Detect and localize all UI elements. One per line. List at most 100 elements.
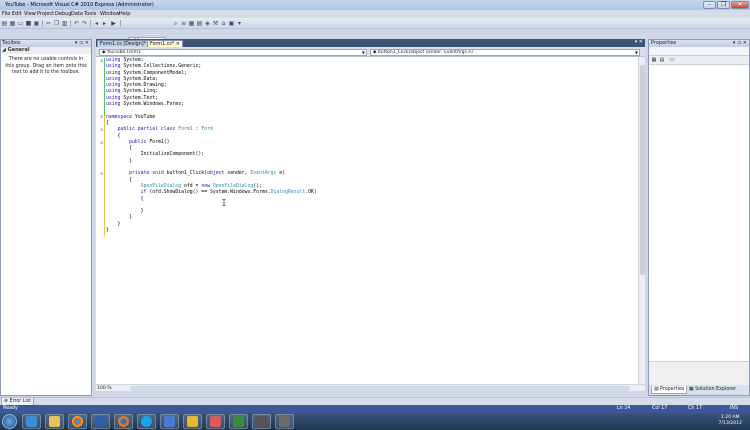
find-icon[interactable]: ⌕	[172, 20, 179, 27]
navigate-back-icon[interactable]: ◂	[93, 20, 100, 27]
menu-data[interactable]: Data	[71, 11, 83, 17]
vertical-scrollbar[interactable]	[638, 57, 645, 384]
code-token: {	[106, 196, 144, 202]
code-token: sender,	[224, 171, 251, 177]
firefox-button[interactable]	[114, 414, 133, 429]
code-token: }	[106, 221, 121, 227]
recorder-icon	[256, 416, 267, 427]
member-dropdown[interactable]: ◆ button1_Click(object sender, EventArgs…	[370, 49, 640, 56]
pin-icon[interactable]: ▾ ⊐ ✕	[733, 40, 747, 47]
start-button[interactable]	[2, 414, 17, 429]
tab-properties-label: Properties	[660, 387, 685, 392]
solution-explorer-icon[interactable]: ▦	[188, 20, 195, 27]
toolbox-header: Toolbox ▾ ⊐ ✕	[1, 40, 91, 47]
property-pages-icon[interactable]: ▭	[669, 57, 675, 63]
outline-collapse-icon[interactable]: ⊟	[100, 59, 103, 63]
tab-form1-code[interactable]: Form1.cs* ✕	[147, 40, 183, 47]
code-token: private void	[129, 171, 164, 177]
code-token: ();	[253, 183, 262, 189]
clock-date: 7/13/2012	[718, 421, 742, 426]
horizontal-scrollbar[interactable]: 100 %	[96, 384, 645, 391]
object-browser-icon[interactable]: ◈	[204, 20, 211, 27]
outline-collapse-icon[interactable]: ⊟	[100, 141, 103, 145]
navigate-forward-icon[interactable]: ▸	[101, 20, 108, 27]
app-button-3[interactable]	[275, 414, 294, 429]
code-token: object	[207, 171, 225, 177]
runner-app-button[interactable]	[183, 414, 202, 429]
maximize-button[interactable]: ❐	[717, 1, 730, 9]
outline-collapse-icon[interactable]: ⊟	[100, 128, 103, 132]
tab-properties[interactable]: ▤ Properties	[651, 386, 688, 394]
internet-explorer-button[interactable]	[22, 414, 41, 429]
categorized-icon[interactable]: ▦	[651, 57, 657, 63]
vertical-scrollbar-thumb[interactable]	[640, 65, 645, 275]
code-line[interactable]: }	[106, 228, 626, 234]
code-token: {	[106, 177, 132, 183]
navigation-bar: ◆ YouTube.Form1 ▼ ◆ button1_Click(object…	[96, 47, 645, 57]
recorder-button[interactable]	[252, 414, 271, 429]
extension-manager-icon[interactable]: ▣	[228, 20, 235, 27]
minimize-button[interactable]: –	[703, 1, 716, 9]
start-page-icon[interactable]: ⌂	[220, 20, 227, 27]
document-window-close-icon[interactable]: ▾ ✕	[635, 39, 643, 45]
outline-collapse-icon[interactable]: ⊟	[100, 115, 103, 119]
copy-icon[interactable]: ❐	[53, 20, 60, 27]
code-token: System.Text;	[120, 95, 158, 101]
zoom-level[interactable]: 100 %	[97, 385, 112, 392]
paste-icon[interactable]: ▥	[61, 20, 68, 27]
properties-title: Properties	[651, 40, 677, 46]
class-dropdown[interactable]: ◆ YouTube.Form1 ▼	[99, 49, 367, 56]
toolbox-group-header[interactable]: ◢ General	[1, 47, 91, 54]
code-token: EventArgs	[250, 171, 277, 177]
menu-file[interactable]: File	[2, 11, 10, 17]
close-button[interactable]: ✕	[731, 1, 749, 9]
properties-icon[interactable]: ▤	[196, 20, 203, 27]
new-project-icon[interactable]: ▤	[1, 20, 8, 27]
skype-button[interactable]	[137, 414, 156, 429]
add-item-icon[interactable]: ▦	[9, 20, 16, 27]
menu-window[interactable]: Window	[100, 11, 120, 17]
menu-project[interactable]: Project	[37, 11, 54, 17]
open-icon[interactable]: ▭	[17, 20, 24, 27]
alphabetical-icon[interactable]: ▤	[659, 57, 665, 63]
code-token: {	[106, 120, 109, 126]
app-button[interactable]	[160, 414, 179, 429]
tab-form1-design[interactable]: Form1.cs [Design]*	[97, 40, 150, 47]
menu-help[interactable]: Help	[119, 11, 130, 17]
visual-csharp-icon	[233, 416, 244, 427]
save-all-icon[interactable]: ▣	[33, 20, 40, 27]
horizontal-scrollbar-thumb[interactable]	[130, 386, 630, 391]
menu-tools[interactable]: Tools	[84, 11, 96, 17]
toolbox-icon[interactable]: ⚒	[212, 20, 219, 27]
code-token: button1_Click(	[163, 171, 208, 177]
pin-icon[interactable]: ▾ ⊐ ✕	[75, 40, 89, 47]
tab-solution-explorer-label: Solution Explorer	[695, 387, 737, 392]
outline-collapse-icon[interactable]: ⊟	[100, 172, 103, 176]
object-selector[interactable]	[649, 47, 749, 56]
cut-icon[interactable]: ✂	[45, 20, 52, 27]
menu-view[interactable]: View	[24, 11, 36, 17]
property-description-pane	[649, 361, 749, 385]
visual-csharp-button[interactable]	[229, 414, 248, 429]
media-player-button[interactable]	[91, 414, 110, 429]
mouse-cursor	[222, 198, 226, 207]
tab-solution-explorer[interactable]: ▦ Solution Explorer	[687, 386, 738, 394]
system-clock[interactable]: 1:20 AM 7/13/2012	[718, 415, 742, 427]
app-button-2[interactable]	[206, 414, 225, 429]
explorer-button[interactable]	[45, 414, 64, 429]
tab-error-list-label: Error List	[9, 399, 32, 404]
undo-icon[interactable]: ↶	[73, 20, 80, 27]
code-token: using	[106, 95, 121, 101]
redo-icon[interactable]: ↷	[81, 20, 88, 27]
menu-debug[interactable]: Debug	[55, 11, 71, 17]
menu-edit[interactable]: Edit	[12, 11, 22, 17]
save-icon[interactable]: ■	[25, 20, 32, 27]
toolbar-separator	[70, 20, 71, 27]
comment-icon[interactable]: ≡	[180, 20, 187, 27]
toolbar-options-icon[interactable]: ▾	[236, 20, 243, 27]
start-debugging-icon[interactable]: ▶	[110, 20, 117, 27]
chrome-button[interactable]	[68, 414, 87, 429]
status-bar: Ready Ln 24 Col 17 Ch 17 INS	[0, 405, 750, 413]
chrome-icon	[72, 416, 83, 427]
firefox-icon	[118, 416, 129, 427]
